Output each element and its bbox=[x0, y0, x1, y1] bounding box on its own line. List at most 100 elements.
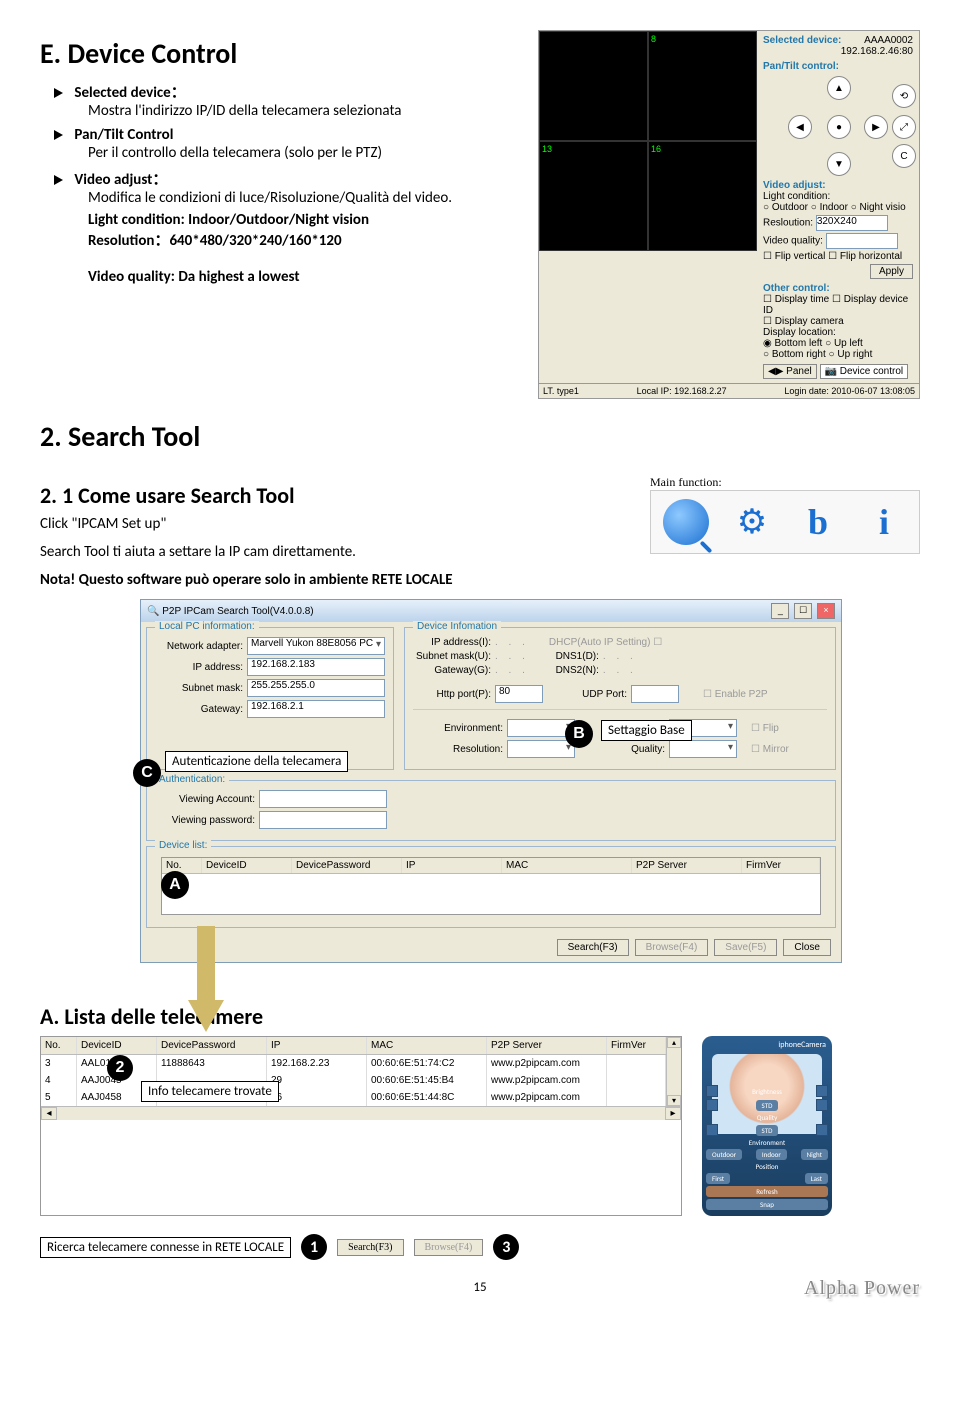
loc-bottom-right-radio[interactable]: ○ Bottom right bbox=[763, 349, 826, 360]
resolution-select[interactable] bbox=[507, 740, 575, 758]
video-cell[interactable]: 8 bbox=[648, 31, 757, 141]
first-button[interactable]: First bbox=[706, 1173, 730, 1184]
enable-p2p-checkbox[interactable]: ☐ Enable P2P bbox=[703, 689, 768, 700]
indoor-button[interactable]: Indoor bbox=[756, 1149, 787, 1160]
col-p2p[interactable]: P2P Server bbox=[487, 1037, 607, 1054]
display-time-checkbox[interactable]: ☐ Display time bbox=[763, 294, 829, 305]
search-icon[interactable] bbox=[663, 499, 709, 545]
loc-up-left-radio[interactable]: ○ Up left bbox=[825, 338, 863, 349]
col-mac[interactable]: MAC bbox=[502, 858, 632, 873]
viewing-password-input[interactable] bbox=[259, 811, 387, 829]
ptz-aux-button[interactable]: C bbox=[892, 144, 916, 168]
ptz-aux-button[interactable]: ⤢ bbox=[892, 115, 916, 139]
col-deviceid[interactable]: DeviceID bbox=[77, 1037, 157, 1054]
ptz-up-button[interactable]: ▲ bbox=[827, 76, 851, 100]
refresh-button[interactable]: Refresh bbox=[706, 1186, 828, 1197]
mirror-checkbox[interactable]: ☐ Mirror bbox=[751, 744, 789, 755]
close-button[interactable]: × bbox=[817, 603, 835, 619]
video-cell[interactable]: 13 bbox=[539, 141, 648, 251]
col-p2p[interactable]: P2P Server bbox=[632, 858, 742, 873]
phone-minus-button[interactable] bbox=[706, 1099, 718, 1111]
outdoor-button[interactable]: Outdoor bbox=[706, 1149, 742, 1160]
light-indoor-radio[interactable]: ○ Indoor bbox=[811, 202, 848, 213]
ip-address-input[interactable]: 192.168.2.183 bbox=[247, 658, 385, 676]
phone-plus-button[interactable] bbox=[816, 1099, 828, 1111]
authentication-fieldset: Authentication: Viewing Account: Viewing… bbox=[146, 780, 836, 841]
ptz-center-button[interactable]: ● bbox=[827, 115, 851, 139]
device-control-tab-button[interactable]: 📷 Device control bbox=[820, 364, 909, 379]
phone-plus-button[interactable] bbox=[816, 1124, 828, 1136]
phone-minus-button[interactable] bbox=[706, 1124, 718, 1136]
col-ip[interactable]: IP bbox=[402, 858, 502, 873]
snap-button[interactable]: Snap bbox=[706, 1199, 828, 1210]
col-ip[interactable]: IP bbox=[267, 1037, 367, 1054]
dev-gateway-label: Gateway(G): bbox=[413, 665, 491, 676]
col-firmver[interactable]: FirmVer bbox=[742, 858, 820, 873]
ptz-down-button[interactable]: ▼ bbox=[827, 152, 851, 176]
callout-a-circle: A bbox=[161, 871, 189, 899]
col-no[interactable]: No. bbox=[41, 1037, 77, 1054]
browse-button[interactable]: Browse(F4) bbox=[635, 939, 709, 956]
dns1-input[interactable]: . . . bbox=[603, 651, 637, 662]
network-adapter-select[interactable]: Marvell Yukon 88E8056 PC bbox=[247, 637, 385, 655]
scroll-right-button[interactable]: ▸ bbox=[665, 1107, 681, 1120]
subnet-mask-input[interactable]: 255.255.255.0 bbox=[247, 679, 385, 697]
col-mac[interactable]: MAC bbox=[367, 1037, 487, 1054]
table-row[interactable]: 3 AAL01057 11888643 192.168.2.23 00:60:6… bbox=[41, 1055, 666, 1072]
display-camera-checkbox[interactable]: ☐ Display camera bbox=[763, 316, 844, 327]
col-no[interactable]: No. bbox=[162, 858, 202, 873]
night-button[interactable]: Night bbox=[801, 1149, 828, 1160]
browse-f4-button[interactable]: Browse(F4) bbox=[414, 1239, 484, 1256]
table-row[interactable]: 5 AAJ0458 26 00:60:6E:51:44:8C www.p2pip… bbox=[41, 1089, 666, 1106]
dev-gateway-input[interactable]: . . . bbox=[495, 665, 529, 676]
ptz-left-button[interactable]: ◀ bbox=[788, 115, 812, 139]
loc-up-right-radio[interactable]: ○ Up right bbox=[829, 349, 873, 360]
dhcp-checkbox[interactable]: DHCP(Auto IP Setting) ☐ bbox=[549, 637, 662, 648]
horizontal-scrollbar[interactable] bbox=[57, 1107, 665, 1119]
bullet-desc: Mostra l'indirizzo IP/ID della telecamer… bbox=[88, 102, 526, 120]
last-button[interactable]: Last bbox=[805, 1173, 828, 1184]
info-icon[interactable]: i bbox=[861, 499, 907, 545]
vertical-scrollbar[interactable]: ▴▾ bbox=[666, 1037, 681, 1106]
video-cell[interactable] bbox=[539, 31, 648, 141]
http-port-input[interactable]: 80 bbox=[495, 685, 543, 703]
close-button[interactable]: Close bbox=[783, 939, 831, 956]
col-password[interactable]: DevicePassword bbox=[157, 1037, 267, 1054]
resolution-select[interactable]: 320X240 bbox=[816, 215, 888, 231]
minimize-button[interactable]: _ bbox=[771, 603, 789, 619]
panel-tab-button[interactable]: ◀▶ Panel bbox=[763, 364, 817, 379]
gateway-input[interactable]: 192.168.2.1 bbox=[247, 700, 385, 718]
maximize-button[interactable]: ☐ bbox=[794, 603, 812, 619]
flip-checkbox[interactable]: ☐ Flip bbox=[751, 723, 779, 734]
search-button[interactable]: Search(F3) bbox=[557, 939, 629, 956]
dev-ip-input[interactable]: . . . bbox=[495, 637, 529, 648]
table-row[interactable]: 4 AAJ0045 29 00:60:6E:51:45:B4 www.p2pip… bbox=[41, 1072, 666, 1089]
device-list-legend: Device list: bbox=[155, 840, 211, 851]
settings-icon[interactable]: ⚙ bbox=[729, 499, 775, 545]
browse-icon[interactable]: b bbox=[795, 499, 841, 545]
col-deviceid[interactable]: DeviceID bbox=[202, 858, 292, 873]
viewing-account-input[interactable] bbox=[259, 790, 387, 808]
video-cell[interactable]: 16 bbox=[648, 141, 757, 251]
col-firmver[interactable]: FirmVer bbox=[607, 1037, 666, 1054]
light-night-radio[interactable]: ○ Night visio bbox=[851, 202, 906, 213]
save-button[interactable]: Save(F5) bbox=[714, 939, 777, 956]
light-outdoor-radio[interactable]: ○ Outdoor bbox=[763, 202, 808, 213]
phone-minus-button[interactable] bbox=[706, 1085, 718, 1097]
apply-button[interactable]: Apply bbox=[870, 264, 913, 279]
dns2-input[interactable]: . . . bbox=[603, 665, 637, 676]
dev-subnet-input[interactable]: . . . bbox=[495, 651, 529, 662]
col-password[interactable]: DevicePassword bbox=[292, 858, 402, 873]
scroll-left-button[interactable]: ◂ bbox=[41, 1107, 57, 1120]
flip-vertical-checkbox[interactable]: ☐ Flip vertical bbox=[763, 251, 825, 262]
ptz-aux-button[interactable]: ⟲ bbox=[892, 84, 916, 108]
bullet-desc: Per il controllo della telecamera (solo … bbox=[88, 144, 526, 162]
quality-select[interactable] bbox=[669, 740, 737, 758]
video-quality-select[interactable] bbox=[826, 233, 898, 249]
phone-plus-button[interactable] bbox=[816, 1085, 828, 1097]
ptz-right-button[interactable]: ▶ bbox=[864, 115, 888, 139]
udp-port-input[interactable] bbox=[631, 685, 679, 703]
loc-bottom-left-radio[interactable]: ◉ Bottom left bbox=[763, 338, 822, 349]
flip-horizontal-checkbox[interactable]: ☐ Flip horizontal bbox=[828, 251, 902, 262]
search-f3-button[interactable]: Search(F3) bbox=[337, 1239, 403, 1256]
